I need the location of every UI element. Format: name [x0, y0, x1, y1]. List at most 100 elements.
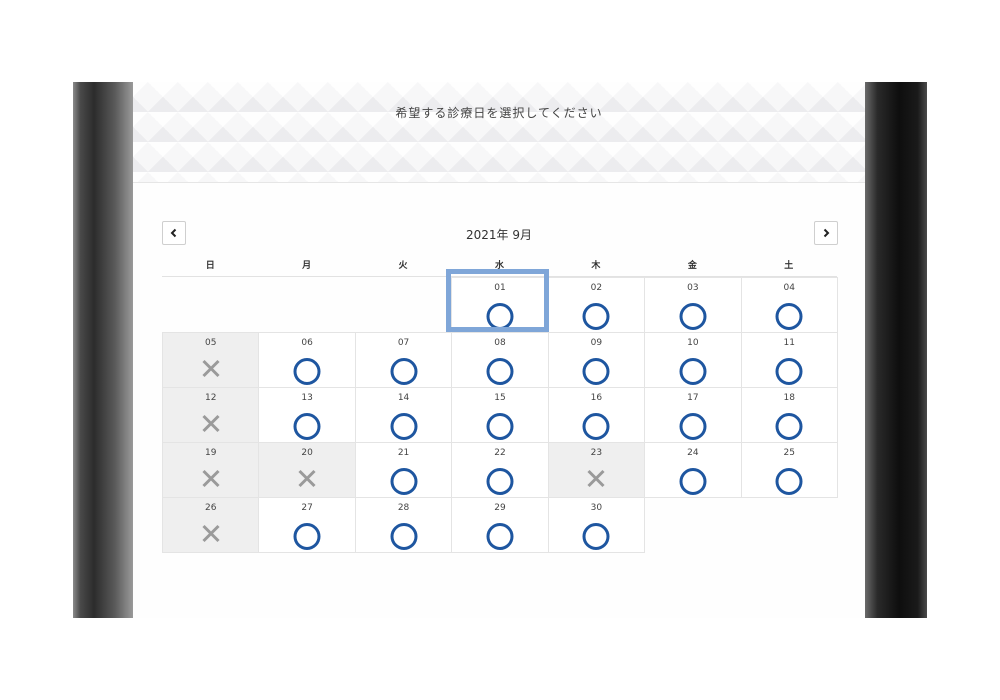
day-cell-29[interactable]: 29 [451, 497, 549, 553]
day-number: 01 [494, 283, 506, 293]
day-cell-07[interactable]: 07 [354, 332, 453, 388]
day-number: 13 [301, 393, 313, 403]
circle-icon [390, 358, 418, 385]
day-cell-22[interactable]: 22 [451, 442, 549, 498]
circle-icon [775, 413, 803, 440]
page-header: 希望する診療日を選択してください [133, 82, 865, 183]
day-cell-01[interactable]: 01 [451, 277, 549, 333]
day-cell-25[interactable]: 25 [740, 442, 838, 498]
day-number: 21 [397, 448, 410, 458]
day-cell-21[interactable]: 21 [354, 442, 453, 498]
weekday-label: 金 [687, 261, 697, 271]
day-cell-19: 19 [162, 442, 260, 498]
circle-icon [775, 303, 803, 330]
day-cell-23: 23 [547, 442, 646, 498]
day-cell-05: 05 [162, 332, 260, 388]
day-cell-14[interactable]: 14 [354, 387, 453, 443]
day-number: 02 [590, 283, 603, 293]
day-number: 14 [397, 393, 410, 403]
empty-cell [258, 277, 355, 333]
device-bezel-right [865, 82, 927, 618]
day-number: 24 [687, 448, 699, 458]
day-cell-24[interactable]: 24 [644, 442, 742, 498]
day-cell-20: 20 [258, 442, 356, 498]
day-cell-30[interactable]: 30 [547, 497, 646, 553]
weekday-label: 火 [398, 261, 408, 271]
day-number: 07 [397, 338, 410, 348]
circle-icon [486, 358, 514, 385]
cross-icon [200, 358, 221, 379]
calendar-grid: 01 02 03 04 05 06 07 08 09 10 11 12 13 14 15 16 17 18 19 20… [162, 277, 838, 553]
day-cell-04[interactable]: 04 [740, 277, 838, 333]
weekday-label: 土 [784, 261, 794, 271]
day-cell-26: 26 [162, 497, 260, 553]
circle-icon [486, 413, 514, 440]
next-month-button[interactable] [814, 221, 838, 245]
day-number: 26 [204, 503, 217, 513]
circle-icon [293, 413, 321, 440]
cross-icon [200, 523, 221, 544]
day-cell-15[interactable]: 15 [451, 387, 549, 443]
day-cell-08[interactable]: 08 [451, 332, 549, 388]
day-cell-12: 12 [162, 387, 260, 443]
weekday-label: 日 [205, 261, 215, 271]
circle-icon [486, 523, 514, 550]
circle-icon [775, 468, 803, 495]
cross-icon [200, 413, 221, 434]
day-cell-16[interactable]: 16 [547, 387, 646, 443]
weekday-header: 日月火水木金土 [162, 256, 837, 277]
page-title: 希望する診療日を選択してください [395, 106, 603, 120]
day-cell-06[interactable]: 06 [258, 332, 356, 388]
day-number: 05 [204, 338, 217, 348]
weekday-label: 木 [591, 261, 601, 271]
screen: 希望する診療日を選択してください 2021年 9月 日 月 火 水 木 金 土 01 02 03… [133, 82, 865, 618]
circle-icon [679, 358, 707, 385]
day-number: 12 [204, 393, 217, 403]
day-number: 16 [590, 393, 603, 403]
day-cell-13[interactable]: 13 [258, 387, 356, 443]
circle-icon [582, 523, 610, 550]
day-number: 11 [783, 338, 795, 348]
day-number: 20 [301, 448, 313, 458]
day-cell-28[interactable]: 28 [354, 497, 453, 553]
day-cell-17[interactable]: 17 [644, 387, 742, 443]
day-cell-11[interactable]: 11 [740, 332, 838, 388]
day-cell-10[interactable]: 10 [644, 332, 742, 388]
circle-icon [390, 413, 418, 440]
day-number: 23 [590, 448, 603, 458]
day-number: 25 [783, 448, 795, 458]
day-number: 27 [301, 503, 313, 513]
circle-icon [679, 413, 707, 440]
circle-icon [679, 303, 707, 330]
circle-icon [486, 303, 514, 330]
circle-icon [582, 358, 610, 385]
day-cell-09[interactable]: 09 [547, 332, 646, 388]
prev-month-button[interactable] [162, 221, 186, 245]
circle-icon [775, 358, 803, 385]
cross-icon [200, 468, 221, 489]
day-number: 15 [494, 393, 506, 403]
day-cell-18[interactable]: 18 [740, 387, 838, 443]
day-cell-02[interactable]: 02 [547, 277, 646, 333]
circle-icon [582, 303, 610, 330]
circle-icon [390, 468, 418, 495]
day-cell-03[interactable]: 03 [644, 277, 742, 333]
day-number: 22 [494, 448, 506, 458]
day-number: 10 [687, 338, 699, 348]
circle-icon [582, 413, 610, 440]
day-number: 03 [687, 283, 699, 293]
chevron-left-icon [170, 228, 177, 238]
cross-icon [297, 468, 318, 489]
circle-icon [486, 468, 514, 495]
empty-cell [162, 277, 259, 333]
day-cell-27[interactable]: 27 [258, 497, 356, 553]
cross-icon [586, 468, 607, 489]
day-number: 09 [590, 338, 603, 348]
circle-icon [390, 523, 418, 550]
weekday-label: 月 [302, 261, 312, 271]
day-number: 17 [687, 393, 699, 403]
chevron-right-icon [823, 228, 830, 238]
circle-icon [293, 358, 321, 385]
day-number: 08 [494, 338, 506, 348]
circle-icon [679, 468, 707, 495]
